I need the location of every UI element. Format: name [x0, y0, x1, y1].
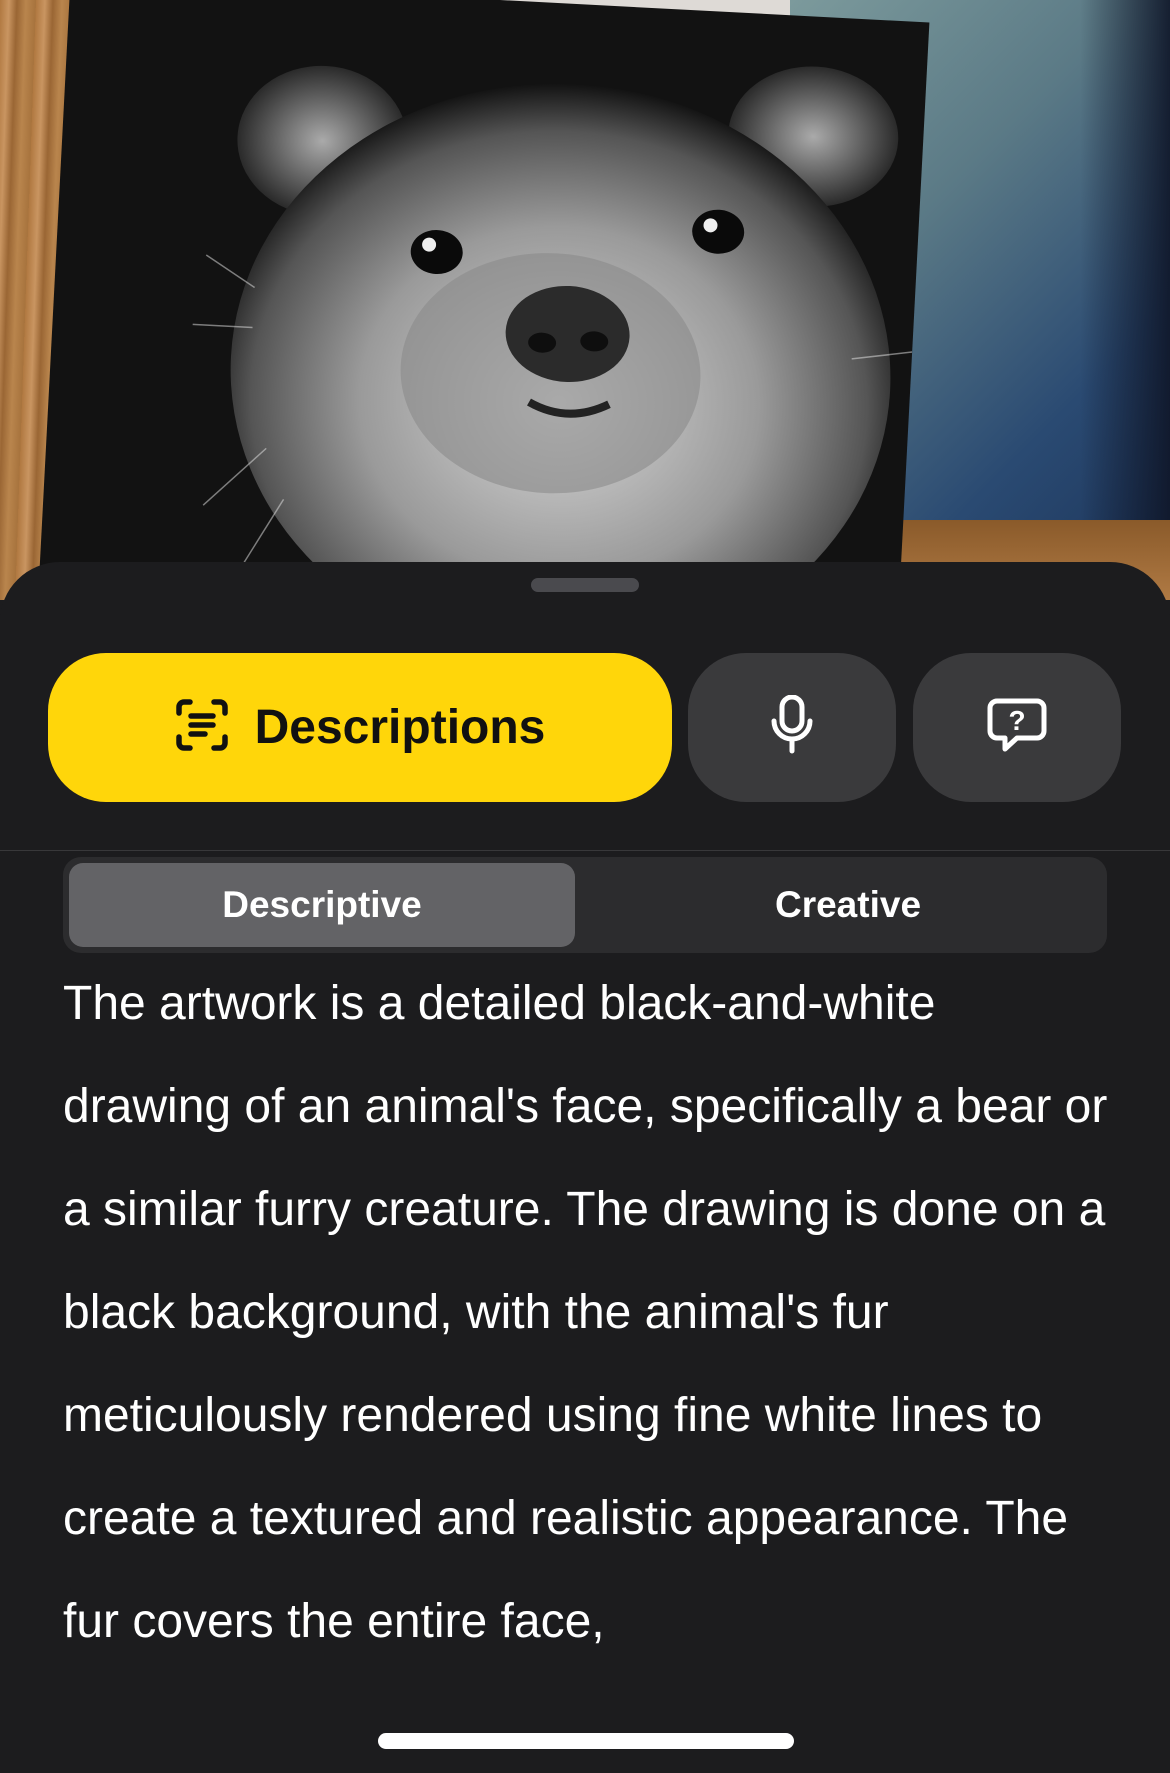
bottom-sheet: Descriptions ? Descriptive Creative The …	[0, 562, 1170, 1773]
style-segmented-control: Descriptive Creative	[63, 857, 1107, 953]
animal-artwork	[38, 0, 930, 600]
descriptions-mode-button[interactable]: Descriptions	[48, 653, 672, 802]
divider	[0, 850, 1170, 851]
text-scan-icon	[175, 698, 229, 757]
descriptions-label: Descriptions	[254, 701, 546, 754]
microphone-icon	[770, 694, 814, 760]
ask-question-button[interactable]: ?	[913, 653, 1121, 802]
camera-preview	[0, 0, 1170, 600]
home-indicator[interactable]	[378, 1733, 794, 1749]
sheet-grabber[interactable]	[531, 578, 639, 592]
image-description-text: The artwork is a detailed black-and-whit…	[63, 977, 1108, 1648]
segment-descriptive[interactable]: Descriptive	[69, 863, 575, 947]
segment-creative[interactable]: Creative	[595, 863, 1101, 947]
question-bubble-icon: ?	[987, 697, 1047, 758]
microphone-button[interactable]	[688, 653, 896, 802]
animal-face-drawing	[192, 65, 913, 600]
svg-text:?: ?	[1008, 705, 1025, 736]
